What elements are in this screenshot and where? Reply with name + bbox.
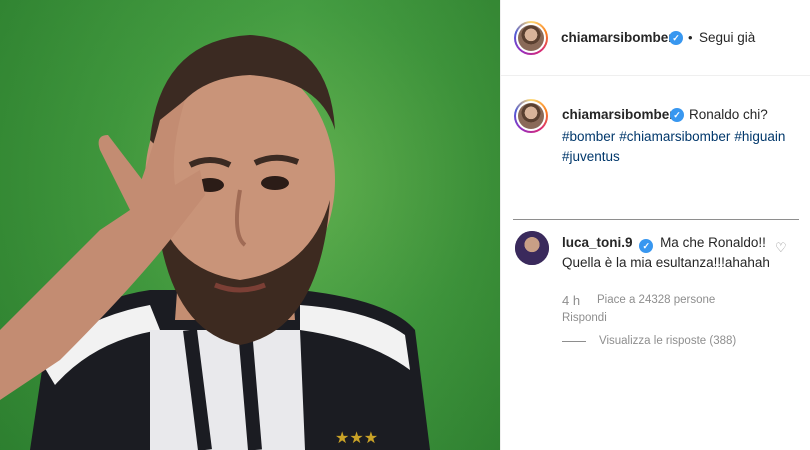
caption-hashtags: #bomber #chiamarsibomber #higuain #juventus [562,127,802,167]
author-username[interactable]: chiamarsibomber [561,30,674,45]
post-details-panel: chiamarsibomber ✓ • Segui già chiamarsib… [500,0,810,450]
hashtag-link[interactable]: #bomber [562,129,615,144]
hashtag-link[interactable]: #juventus [562,149,620,164]
replies-line [562,341,586,342]
comment-body: luca_toni.9 ✓ Ma che Ronaldo!! Quella è … [562,233,777,273]
follow-status-button[interactable]: Segui già [699,30,755,45]
reply-button[interactable]: Rispondi [562,312,607,324]
hashtag-link[interactable]: #higuain [734,129,785,144]
hashtag-link[interactable]: #chiamarsibomber [619,129,730,144]
post-header: chiamarsibomber ✓ • Segui già [501,0,810,76]
separator-dot: • [688,30,693,45]
caption-text: Ronaldo chi? [689,107,768,122]
comments-divider [513,219,799,220]
comment-likes[interactable]: Piace a 24328 persone [597,294,715,306]
view-replies-button[interactable]: Visualizza le risposte (388) [599,335,736,347]
verified-badge-icon: ✓ [670,108,684,122]
author-avatar[interactable] [514,21,548,55]
commenter-username[interactable]: luca_toni.9 [562,235,633,250]
player-illustration: ★★★ [0,35,430,450]
caption-author-avatar[interactable] [514,99,548,133]
verified-badge-icon: ✓ [639,239,654,253]
caption-author-username[interactable]: chiamarsibomber [562,107,675,122]
svg-text:★★★: ★★★ [335,428,378,447]
comment-time: 4 h [562,293,581,308]
post-photo[interactable]: ★★★ [0,0,500,450]
commenter-avatar[interactable] [515,231,549,265]
heart-outline-icon[interactable]: ♡ [775,240,787,256]
verified-badge-icon: ✓ [669,31,683,45]
